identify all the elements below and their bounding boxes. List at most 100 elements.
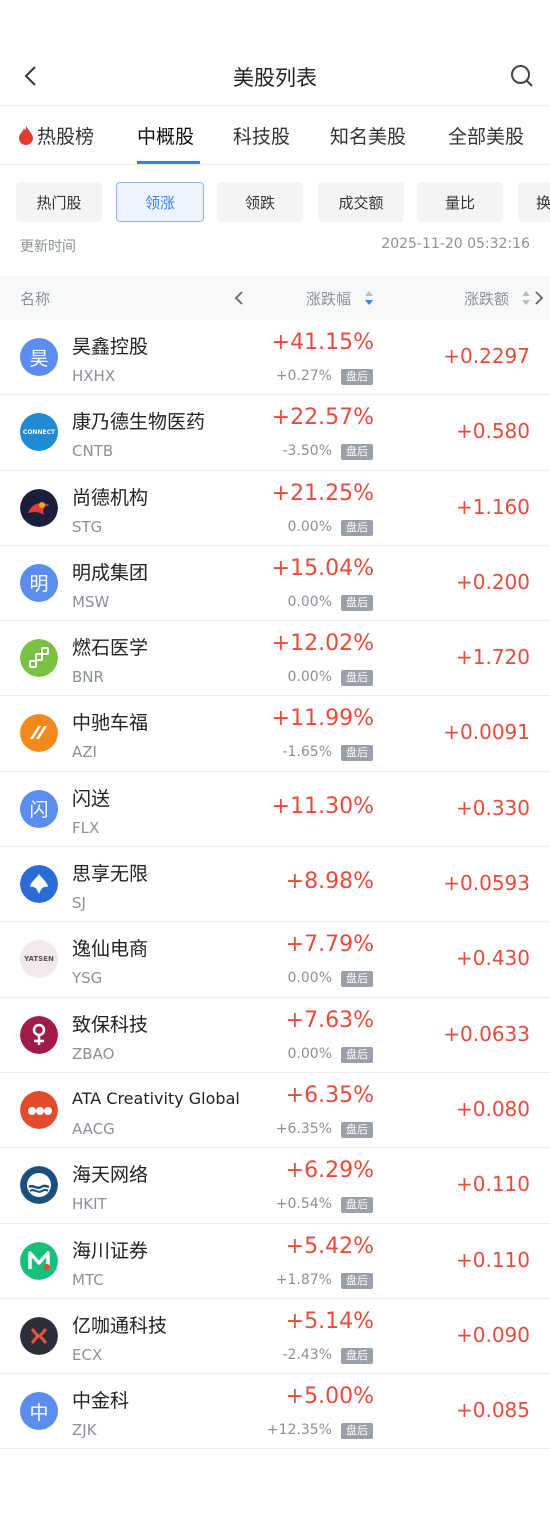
chip-gainers[interactable]: 领涨 [116, 182, 204, 222]
after-hours-percent: 0.00% [287, 593, 332, 610]
stock-name: 思享无限 [72, 863, 149, 886]
after-hours-percent: +0.27% [275, 368, 332, 384]
change-percent: +5.14% [285, 1308, 374, 1334]
stock-code: HKIT [72, 1195, 107, 1214]
after-hours-badge: 盘后 [341, 1046, 373, 1063]
sort-desc-icon[interactable] [364, 290, 374, 306]
stock-row[interactable]: 昊昊鑫控股 HXHX +41.15% +0.27% 盘后 +0.2297 [0, 320, 550, 396]
stock-code: BNR [72, 668, 104, 687]
mtc-logo-icon [20, 1241, 58, 1280]
hkit-logo-icon [20, 1166, 58, 1205]
stock-row[interactable]: 中驰车福 AZI +11.99% -1.65% 盘后 +0.0091 [0, 696, 550, 772]
stock-row[interactable]: 明明成集团 MSW +15.04% 0.00% 盘后 +0.200 [0, 546, 550, 622]
chip-turnover[interactable]: 换 [518, 182, 550, 222]
nav-divider [0, 105, 550, 106]
change-percent: +21.25% [271, 480, 374, 506]
stock-name: 致保科技 [72, 1013, 149, 1036]
stock-row[interactable]: 中中金科 ZJK +5.00% +12.35% 盘后 +0.085 [0, 1374, 550, 1450]
after-hours-badge: 盘后 [341, 1197, 373, 1214]
chevron-left-icon[interactable] [233, 290, 245, 306]
after-hours-badge: 盘后 [341, 745, 373, 762]
change-amount: +0.2297 [443, 344, 530, 368]
stock-row[interactable]: 亿咖通科技 ECX +5.14% -2.43% 盘后 +0.090 [0, 1299, 550, 1375]
search-icon[interactable] [508, 62, 536, 90]
update-time-label: 更新时间 [20, 239, 76, 255]
chip-losers[interactable]: 领跌 [217, 182, 303, 222]
tab-tech[interactable]: 科技股 [233, 122, 290, 149]
stock-row[interactable]: ATA Creativity Global AACG +6.35% +6.35% 盘后 +… [0, 1073, 550, 1149]
stock-row[interactable]: YATSEN 逸仙电商 YSG +7.79% 0.00% 盘后 +0.430 [0, 922, 550, 998]
header-chg[interactable]: 涨跌额 [464, 288, 509, 309]
stock-name: 尚德机构 [72, 486, 149, 509]
stock-name: 逸仙电商 [72, 938, 149, 961]
sort-icon[interactable] [521, 290, 531, 306]
stock-code: ZBAO [72, 1044, 115, 1063]
stock-row[interactable]: CONNECT 康乃德生物医药 CNTB +22.57% -3.50% 盘后 +0.580 [0, 395, 550, 471]
after-hours-badge: 盘后 [341, 670, 373, 687]
after-hours-badge: 盘后 [341, 1121, 373, 1138]
stock-row[interactable]: 海天网络 HKIT +6.29% +0.54% 盘后 +0.110 [0, 1148, 550, 1224]
after-hours-percent: 0.00% [287, 1045, 332, 1062]
stock-code: ECX [72, 1345, 103, 1364]
change-percent: +5.42% [285, 1233, 374, 1259]
chip-popular[interactable]: 热门股 [16, 182, 102, 222]
tab-famous[interactable]: 知名美股 [330, 122, 406, 149]
stock-logo-icon: 昊 [20, 338, 58, 376]
zbao-logo-icon [20, 1015, 58, 1054]
after-hours-badge: 盘后 [341, 1423, 373, 1440]
change-percent: +6.29% [285, 1158, 374, 1184]
stock-logo-icon: 中 [20, 1392, 58, 1431]
stock-name: 明成集团 [72, 561, 149, 584]
after-hours-badge: 盘后 [341, 444, 373, 461]
stock-code: AACG [72, 1119, 115, 1138]
chevron-right-icon[interactable] [533, 290, 545, 306]
tab-china-concept[interactable]: 中概股 [137, 122, 194, 149]
change-amount: +0.0593 [443, 871, 530, 896]
stock-row[interactable]: 燃石医学 BNR +12.02% 0.00% 盘后 +1.720 [0, 621, 550, 697]
stock-code: FLX [72, 818, 100, 837]
change-percent: +7.63% [285, 1007, 374, 1033]
stock-logo-icon: 明 [20, 563, 58, 602]
after-hours-badge: 盘后 [341, 369, 373, 385]
stock-row[interactable]: 海川证券 MTC +5.42% +1.87% 盘后 +0.110 [0, 1224, 550, 1299]
change-percent: +8.98% [285, 869, 374, 895]
change-percent: +22.57% [271, 405, 374, 431]
stock-name: 昊鑫控股 [72, 336, 149, 358]
stock-name: 中金科 [72, 1390, 130, 1413]
stock-code: MTC [72, 1270, 104, 1289]
stock-code: SJ [72, 894, 86, 913]
chip-volume-ratio[interactable]: 量比 [417, 182, 503, 222]
tab-hot[interactable]: 热股榜 [18, 122, 94, 149]
stock-row[interactable]: 思享无限 SJ +8.98% +0.0593 [0, 847, 550, 923]
after-hours-percent: +1.87% [275, 1271, 332, 1288]
change-amount: +0.0633 [443, 1021, 530, 1046]
change-amount: +1.160 [455, 494, 530, 519]
stock-name: 海川证券 [72, 1239, 149, 1262]
change-percent: +11.99% [271, 706, 374, 732]
stock-name: 康乃德生物医药 [72, 411, 206, 434]
after-hours-percent: 0.00% [287, 970, 332, 987]
chip-volume[interactable]: 成交额 [318, 182, 404, 222]
change-percent: +41.15% [271, 330, 374, 355]
stock-row[interactable]: 闪闪送 FLX +11.30% +0.330 [0, 772, 550, 848]
stock-code: AZI [72, 743, 97, 762]
after-hours-percent: 0.00% [287, 518, 332, 535]
header-name: 名称 [20, 290, 51, 308]
stock-row[interactable]: 尚德机构 STG +21.25% 0.00% 盘后 +1.160 [0, 471, 550, 546]
sunlands-logo-icon [20, 488, 58, 527]
header-pct[interactable]: 涨跌幅 [306, 288, 351, 309]
update-timestamp: 2025-11-20 05:32:16 [381, 236, 530, 252]
after-hours-badge: 盘后 [341, 594, 373, 611]
stock-name: 闪送 [72, 787, 111, 810]
after-hours-percent: +0.54% [275, 1196, 332, 1213]
stock-row[interactable]: 致保科技 ZBAO +7.63% 0.00% 盘后 +0.0633 [0, 998, 550, 1073]
tab-all[interactable]: 全部美股 [448, 122, 524, 149]
stock-logo-icon: YATSEN [20, 940, 58, 979]
change-amount: +0.080 [455, 1096, 530, 1121]
change-amount: +0.110 [455, 1247, 530, 1272]
after-hours-percent: -1.65% [282, 744, 332, 761]
stock-code: STG [72, 517, 103, 536]
category-tabs: 热股榜 中概股 科技股 知名美股 全部美股 [0, 108, 550, 164]
change-percent: +5.00% [285, 1384, 374, 1410]
after-hours-percent: 0.00% [287, 669, 332, 686]
